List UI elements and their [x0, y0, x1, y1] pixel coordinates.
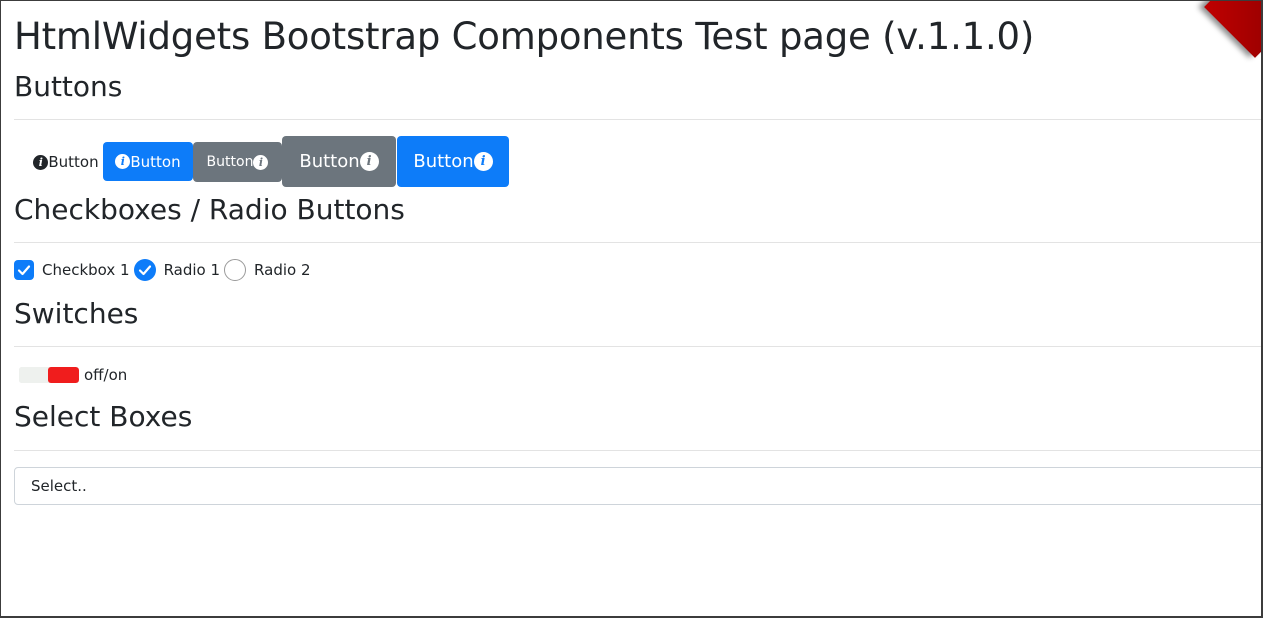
checkbox-1-label: Checkbox 1 [42, 261, 130, 279]
page-title: HtmlWidgets Bootstrap Components Test pa… [14, 15, 1035, 58]
corner-ribbon [1204, 1, 1261, 58]
info-icon: i [359, 152, 379, 171]
switch-on-half [48, 367, 79, 383]
section-title-checkboxes: Checkboxes / Radio Buttons [14, 193, 405, 226]
button-label: Button [413, 151, 474, 172]
browser-frame: HtmlWidgets Bootstrap Components Test pa… [0, 0, 1263, 618]
button-label: Button [48, 153, 99, 171]
button-label: Button [130, 152, 181, 171]
divider [14, 450, 1261, 451]
check-icon [17, 265, 31, 276]
check-icon [138, 265, 151, 276]
button-secondary-large[interactable]: Button i [282, 136, 396, 187]
button-secondary[interactable]: Button i [193, 142, 282, 182]
divider [14, 119, 1261, 120]
info-icon: i [253, 154, 269, 170]
info-icon: i [115, 154, 131, 169]
select-value: Select.. [31, 477, 87, 495]
section-title-selects: Select Boxes [14, 400, 193, 433]
button-primary[interactable]: i Button [103, 142, 193, 181]
button-label: Button [206, 154, 254, 170]
button-label: Button [299, 151, 360, 172]
divider [14, 346, 1261, 347]
checkbox-1[interactable] [14, 260, 34, 280]
switch-group: off/on [19, 366, 127, 384]
section-title-switches: Switches [14, 297, 139, 330]
info-icon: i [33, 154, 49, 170]
section-title-buttons: Buttons [14, 70, 123, 103]
radio-1-label: Radio 1 [163, 261, 221, 279]
radio-2[interactable] [224, 259, 247, 281]
button-primary-large[interactable]: Button i [397, 136, 509, 187]
divider [14, 242, 1261, 243]
switch-off-half [19, 367, 48, 383]
check-group: Checkbox 1 Radio 1 Radio 2 [14, 259, 315, 281]
select-box[interactable]: Select.. [14, 467, 1261, 505]
toggle-switch[interactable] [19, 367, 79, 383]
button-link[interactable]: i Button [26, 143, 106, 181]
info-icon: i [473, 152, 493, 171]
switch-label: off/on [84, 366, 128, 384]
radio-1[interactable] [133, 259, 156, 281]
radio-2-label: Radio 2 [254, 261, 311, 279]
